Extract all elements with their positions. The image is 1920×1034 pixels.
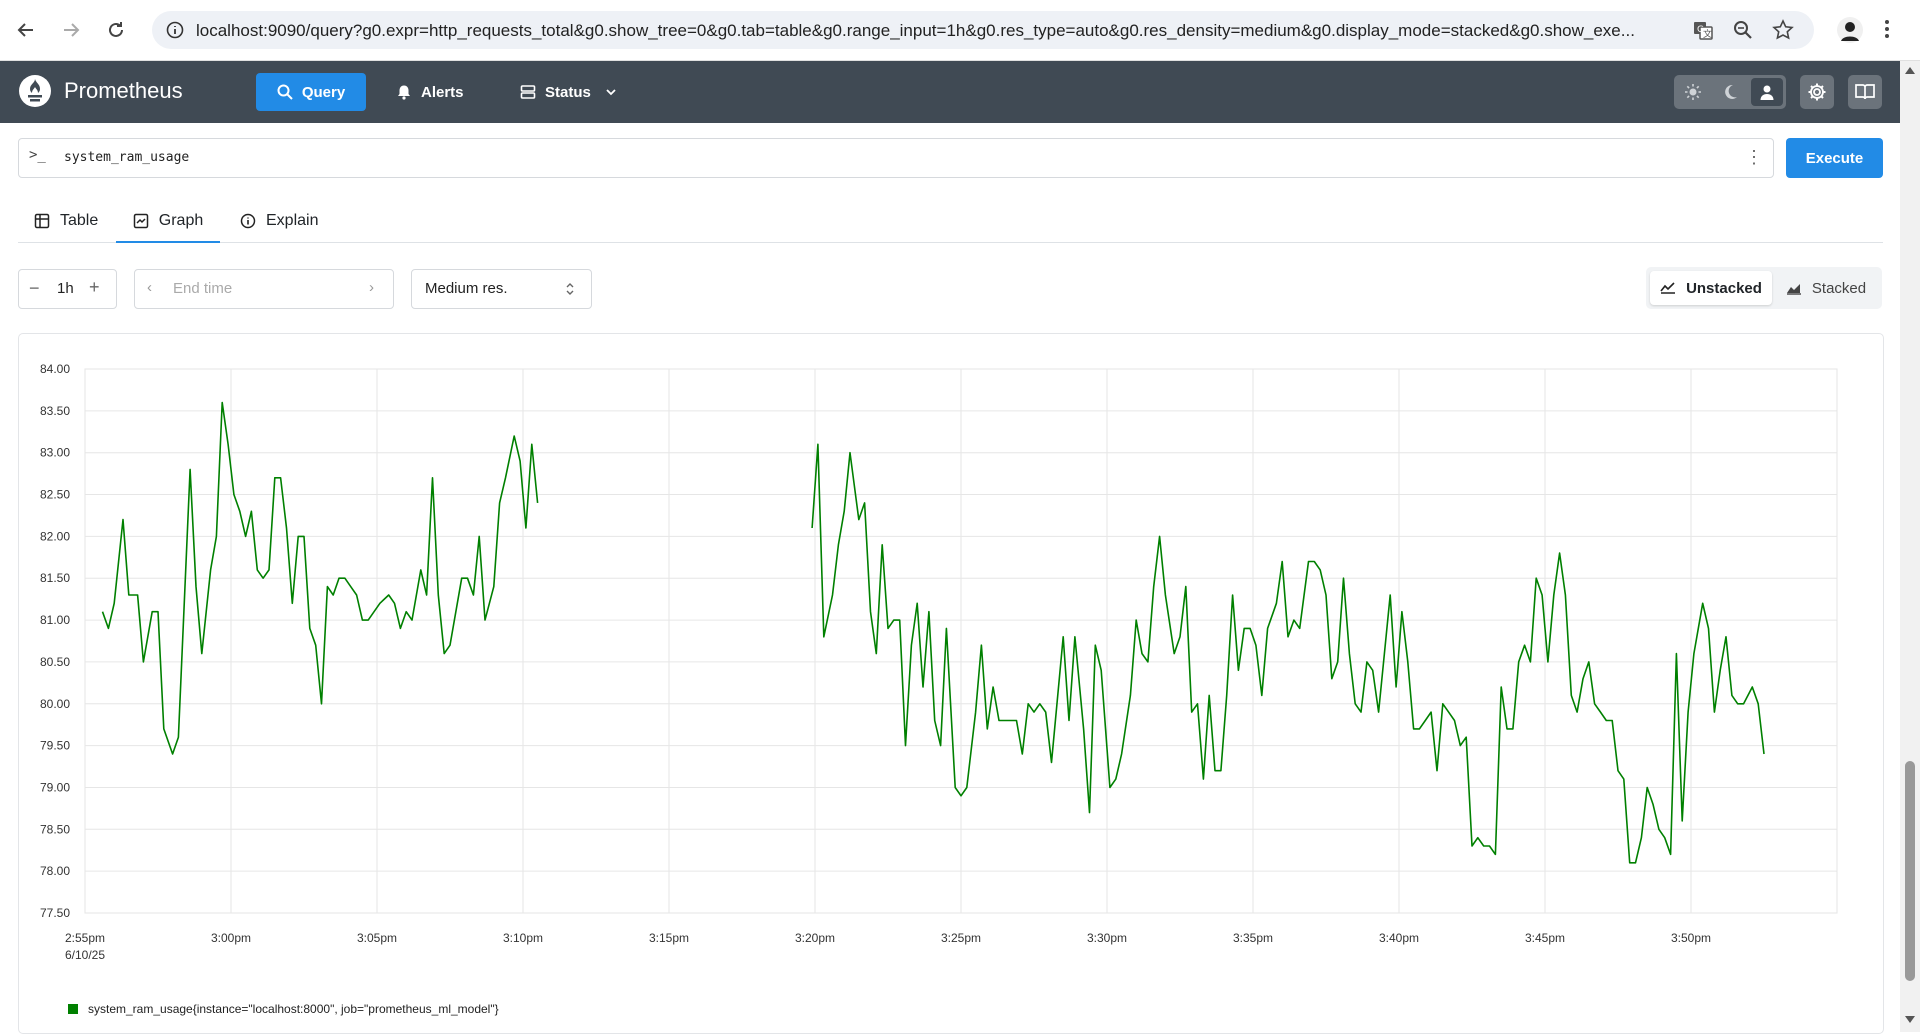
- x-tick-sublabel: 6/10/25: [65, 948, 105, 962]
- y-tick-label: 79.50: [40, 739, 70, 753]
- x-tick-label: 3:00pm: [211, 931, 251, 945]
- y-tick-label: 82.50: [40, 488, 70, 502]
- y-tick-label: 78.00: [40, 864, 70, 878]
- x-tick-label: 3:05pm: [357, 931, 397, 945]
- y-tick-label: 80.50: [40, 655, 70, 669]
- x-tick-label: 3:45pm: [1525, 931, 1565, 945]
- legend-swatch: [68, 1004, 78, 1014]
- x-tick-label: 3:25pm: [941, 931, 981, 945]
- scroll-up-arrow-icon[interactable]: [1905, 67, 1915, 74]
- x-tick-label: 3:35pm: [1233, 931, 1273, 945]
- chart-legend: system_ram_usage{instance="localhost:800…: [68, 1002, 499, 1016]
- y-tick-label: 83.50: [40, 404, 70, 418]
- y-tick-label: 78.50: [40, 822, 70, 836]
- y-tick-label: 81.00: [40, 613, 70, 627]
- x-tick-label: 3:20pm: [795, 931, 835, 945]
- page-scrollbar[interactable]: [1900, 61, 1920, 1032]
- x-tick-label: 3:40pm: [1379, 931, 1419, 945]
- y-tick-label: 84.00: [40, 362, 70, 376]
- scroll-thumb[interactable]: [1905, 761, 1915, 981]
- x-tick-label: 2:55pm: [65, 931, 105, 945]
- time-series-chart[interactable]: 84.00 83.50 83.00 82.50 82.00 81.50 81.00 80.50…: [0, 0, 1900, 1032]
- series-line: [811, 443, 1765, 864]
- x-tick-label: 3:50pm: [1671, 931, 1711, 945]
- y-tick-label: 80.00: [40, 697, 70, 711]
- x-tick-label: 3:30pm: [1087, 931, 1127, 945]
- y-tick-label: 79.00: [40, 780, 70, 794]
- y-tick-label: 83.00: [40, 446, 70, 460]
- scroll-down-arrow-icon[interactable]: [1905, 1016, 1915, 1023]
- y-tick-label: 81.50: [40, 571, 70, 585]
- y-tick-label: 82.00: [40, 529, 70, 543]
- x-tick-label: 3:15pm: [649, 931, 689, 945]
- legend-series-label[interactable]: system_ram_usage{instance="localhost:800…: [88, 1002, 499, 1016]
- y-tick-label: 77.50: [40, 906, 70, 920]
- x-tick-label: 3:10pm: [503, 931, 543, 945]
